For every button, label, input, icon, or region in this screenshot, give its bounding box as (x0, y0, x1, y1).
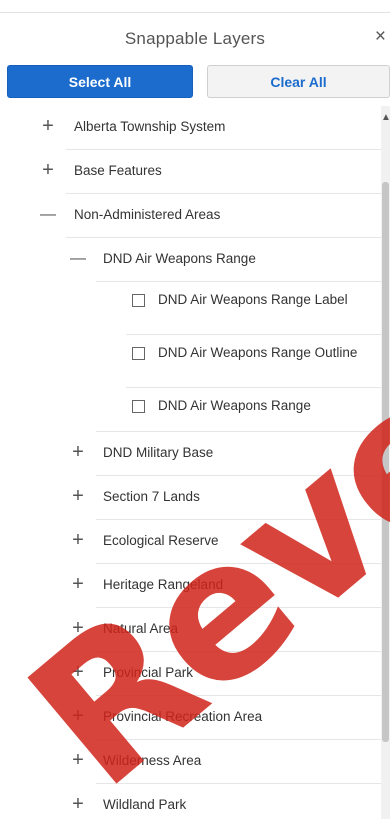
tree-node-label: DND Air Weapons Range (103, 251, 256, 266)
plus-icon[interactable]: + (68, 750, 88, 770)
panel-title: Snappable Layers (124, 29, 266, 48)
minus-icon[interactable]: — (38, 205, 58, 225)
layer-item[interactable]: DND Air Weapons Range (0, 388, 381, 432)
tree-node-label: Base Features (74, 163, 162, 178)
tree-node[interactable]: — DND Air Weapons Range (0, 238, 381, 282)
tree-node[interactable]: + Base Features (0, 150, 381, 194)
tree-node[interactable]: + Section 7 Lands (0, 476, 381, 520)
tree-node-label: Natural Area (103, 621, 179, 636)
scroll-up-arrow-icon[interactable]: ▲ (381, 106, 390, 130)
tree-node-label: Wilderness Area (103, 753, 202, 768)
layer-tree: + Alberta Township System + Base Feature… (0, 106, 381, 819)
tree-node[interactable]: + Wildland Park (0, 784, 381, 819)
plus-icon[interactable]: + (68, 486, 88, 506)
plus-icon[interactable]: + (68, 442, 88, 462)
plus-icon[interactable]: + (68, 706, 88, 726)
plus-icon[interactable]: + (68, 662, 88, 682)
tree-node[interactable]: + DND Military Base (0, 432, 381, 476)
plus-icon[interactable]: + (68, 794, 88, 814)
plus-icon[interactable]: + (68, 530, 88, 550)
layer-item[interactable]: DND Air Weapons Range Outline (0, 335, 381, 388)
panel-header: Snappable Layers × (0, 22, 390, 58)
layer-item-label: DND Air Weapons Range Outline (158, 345, 358, 360)
tree-node-label: Wildland Park (103, 797, 187, 812)
tree-node[interactable]: + Alberta Township System (0, 106, 381, 150)
layer-item-label: DND Air Weapons Range (158, 398, 311, 413)
close-icon[interactable]: × (375, 27, 386, 47)
tree-node[interactable]: + Ecological Reserve (0, 520, 381, 564)
tree-node-label: DND Military Base (103, 445, 214, 460)
layer-checkbox[interactable] (132, 347, 145, 360)
scrollbar-thumb[interactable] (382, 182, 389, 742)
tree-node-label: Alberta Township System (74, 119, 226, 134)
tree-node[interactable]: + Wilderness Area (0, 740, 381, 784)
minus-icon[interactable]: — (68, 249, 88, 269)
tree-node-label: Provincial Recreation Area (103, 709, 263, 724)
top-divider (0, 12, 390, 13)
plus-icon[interactable]: + (38, 116, 58, 136)
clear-all-button[interactable]: Clear All (207, 65, 390, 98)
layer-checkbox[interactable] (132, 294, 145, 307)
tree-node[interactable]: + Natural Area (0, 608, 381, 652)
tree-node-label: Non-Administered Areas (74, 207, 221, 222)
tree-node[interactable]: + Provincial Recreation Area (0, 696, 381, 740)
plus-icon[interactable]: + (68, 618, 88, 638)
tree-node-label: Provincial Park (103, 665, 194, 680)
select-all-button[interactable]: Select All (7, 65, 193, 98)
tree-node-label: Heritage Rangeland (103, 577, 224, 592)
layer-checkbox[interactable] (132, 400, 145, 413)
plus-icon[interactable]: + (68, 574, 88, 594)
vertical-scrollbar[interactable]: ▲ (381, 106, 390, 819)
tree-node[interactable]: — Non-Administered Areas (0, 194, 381, 238)
layer-item-label: DND Air Weapons Range Label (158, 292, 348, 307)
tree-node-label: Section 7 Lands (103, 489, 200, 504)
tree-node[interactable]: + Heritage Rangeland (0, 564, 381, 608)
tree-node[interactable]: + Provincial Park (0, 652, 381, 696)
layer-item[interactable]: DND Air Weapons Range Label (0, 282, 381, 335)
plus-icon[interactable]: + (38, 160, 58, 180)
tree-node-label: Ecological Reserve (103, 533, 219, 548)
